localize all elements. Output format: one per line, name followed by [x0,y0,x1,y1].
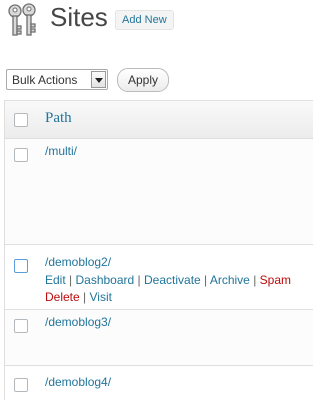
row-checkbox[interactable] [14,319,28,333]
bulk-actions-selected-value: Bulk Actions [12,73,78,87]
chevron-down-icon[interactable] [91,71,106,88]
keys-icon [8,3,36,36]
site-path-link[interactable]: /multi/ [45,144,77,158]
site-path-link[interactable]: /demoblog4/ [45,375,111,389]
apply-button[interactable]: Apply [117,68,169,92]
row-actions-line-2: Delete | Visit [45,290,112,304]
select-all-checkbox[interactable] [14,113,28,127]
sites-table: Path /multi/ /demoblog2/ Edit | Dashboar… [4,100,313,400]
spam-link[interactable]: Spam [260,273,291,287]
page-title: Sites [50,2,108,32]
row-checkbox[interactable] [14,259,28,273]
table-row: /multi/ [5,139,313,245]
table-row: /demoblog3/ [5,310,313,366]
row-checkbox[interactable] [14,378,28,392]
table-header: Path [5,101,313,139]
add-new-button[interactable]: Add New [115,10,174,30]
visit-link[interactable]: Visit [89,290,111,304]
page-header: Sites Add New [0,0,312,60]
bulk-actions-bar: Bulk Actions Apply [0,66,312,98]
site-path-link[interactable]: /demoblog2/ [45,255,111,269]
delete-link[interactable]: Delete [45,290,80,304]
row-checkbox[interactable] [14,148,28,162]
deactivate-link[interactable]: Deactivate [144,273,201,287]
table-row: /demoblog4/ [5,366,313,400]
dashboard-link[interactable]: Dashboard [75,273,134,287]
column-header-path[interactable]: Path [45,110,72,127]
archive-link[interactable]: Archive [210,273,250,287]
bulk-actions-select[interactable]: Bulk Actions [6,69,108,90]
row-actions: Edit | Dashboard | Deactivate | Archive … [45,273,291,287]
table-row: /demoblog2/ Edit | Dashboard | Deactivat… [5,245,313,310]
edit-link[interactable]: Edit [45,273,66,287]
site-path-link[interactable]: /demoblog3/ [45,315,111,329]
